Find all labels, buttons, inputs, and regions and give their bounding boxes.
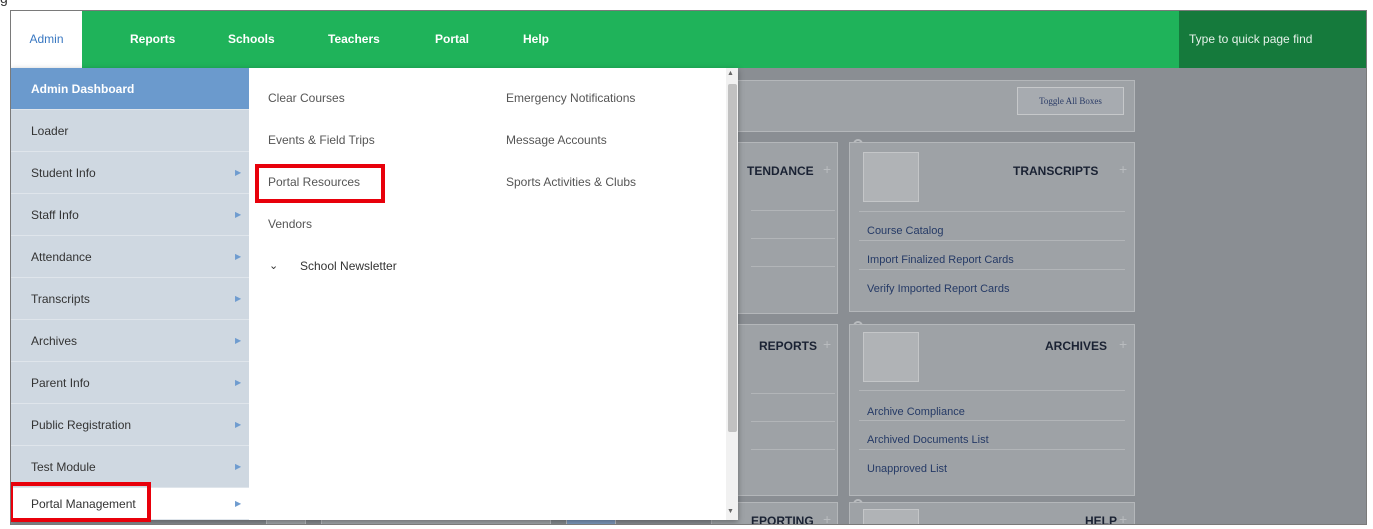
import-report-cards-link[interactable]: Import Finalized Report Cards	[867, 254, 1014, 266]
menu-item-label: Archives	[31, 334, 78, 348]
menu-item-label: Parent Info	[31, 376, 90, 390]
lifebuoy-icon	[863, 509, 919, 524]
admin-dropdown-menu: Admin Dashboard Loader Student Info ▶ Sta…	[11, 68, 738, 522]
menu-scrollbar-thumb[interactable]	[728, 84, 737, 432]
attendance-pane-title: TENDANCE	[747, 164, 814, 178]
divider	[859, 420, 1125, 421]
admin-menu-left-column: Admin Dashboard Loader Student Info ▶ Sta…	[11, 68, 249, 520]
chevron-down-icon[interactable]: ⌄	[269, 259, 278, 272]
tab-portal[interactable]: Portal	[435, 11, 469, 68]
quick-find-input[interactable]: Type to quick page find	[1179, 11, 1366, 68]
divider	[751, 210, 835, 211]
tab-help[interactable]: Help	[523, 11, 549, 68]
triangle-right-icon: ▶	[235, 462, 242, 471]
menu-item-attendance[interactable]: Attendance ▶	[11, 236, 249, 278]
top-nav: Admin Reports Schools Teachers Portal He…	[11, 11, 1366, 68]
tab-admin[interactable]: Admin	[11, 11, 82, 68]
submenu-clear-courses[interactable]: Clear Courses	[268, 91, 345, 105]
menu-item-label: Loader	[31, 124, 69, 138]
menu-item-loader[interactable]: Loader	[11, 110, 249, 152]
triangle-right-icon: ▶	[235, 420, 242, 429]
menu-item-label: Student Info	[31, 166, 96, 180]
divider	[859, 449, 1125, 450]
submenu-sports-activities-clubs[interactable]: Sports Activities & Clubs	[506, 175, 636, 189]
verify-report-cards-link[interactable]: Verify Imported Report Cards	[867, 283, 1009, 295]
menu-item-label: Public Registration	[31, 418, 132, 432]
triangle-right-icon: ▶	[235, 252, 242, 261]
tab-teachers[interactable]: Teachers	[328, 11, 380, 68]
divider	[751, 449, 835, 450]
plus-icon[interactable]: +	[823, 161, 831, 177]
highlight-portal-resources	[255, 164, 385, 203]
tab-schools[interactable]: Schools	[228, 11, 275, 68]
triangle-right-icon: ▶	[235, 499, 242, 508]
menu-item-transcripts[interactable]: Transcripts ▶	[11, 278, 249, 320]
scroll-down-icon[interactable]: ▼	[727, 508, 734, 515]
menu-item-archives[interactable]: Archives ▶	[11, 320, 249, 362]
menu-item-label: Test Module	[31, 460, 96, 474]
menu-item-label: Staff Info	[31, 208, 79, 222]
submenu-message-accounts[interactable]: Message Accounts	[506, 133, 607, 147]
menu-item-admin-dashboard[interactable]: Admin Dashboard	[11, 68, 249, 110]
scroll-up-icon[interactable]: ▲	[727, 70, 734, 77]
triangle-right-icon: ▶	[235, 210, 242, 219]
submenu-vendors[interactable]: Vendors	[268, 217, 312, 231]
divider	[859, 240, 1125, 241]
divider	[751, 393, 835, 394]
plus-icon[interactable]: +	[1119, 336, 1127, 352]
divider	[859, 211, 1125, 212]
plus-icon[interactable]: +	[823, 511, 831, 524]
top-strip: g	[0, 0, 1373, 10]
divider	[859, 269, 1125, 270]
transcripts-pane-title: TRANSCRIPTS	[1013, 164, 1099, 178]
submenu-school-newsletter[interactable]: School Newsletter	[300, 259, 397, 273]
plus-icon[interactable]: +	[1119, 161, 1127, 177]
divider	[751, 421, 835, 422]
submenu-events-field-trips[interactable]: Events & Field Trips	[268, 133, 375, 147]
menu-item-label: Transcripts	[31, 292, 90, 306]
triangle-right-icon: ▶	[235, 168, 242, 177]
diploma-icon	[863, 152, 919, 202]
menu-item-student-info[interactable]: Student Info ▶	[11, 152, 249, 194]
divider	[859, 390, 1125, 391]
highlight-portal-management	[11, 482, 151, 522]
plus-icon[interactable]: +	[1119, 511, 1127, 524]
triangle-right-icon: ▶	[235, 336, 242, 345]
reporting-pane-title: EPORTING	[751, 514, 814, 525]
triangle-right-icon: ▶	[235, 294, 242, 303]
submenu-emergency-notifications[interactable]: Emergency Notifications	[506, 91, 635, 105]
unapproved-list-link[interactable]: Unapproved List	[867, 463, 947, 475]
menu-item-label: Attendance	[31, 250, 92, 264]
plus-icon[interactable]: +	[823, 336, 831, 352]
archives-pane-title: ARCHIVES	[1045, 339, 1108, 353]
archive-box-icon	[863, 332, 919, 382]
triangle-right-icon: ▶	[235, 378, 242, 387]
tab-reports[interactable]: Reports	[130, 11, 175, 68]
reports-pane-title: REPORTS	[759, 339, 818, 353]
course-catalog-link[interactable]: Course Catalog	[867, 225, 943, 237]
app-frame: Admin Reports Schools Teachers Portal He…	[10, 10, 1367, 525]
menu-item-public-registration[interactable]: Public Registration ▶	[11, 404, 249, 446]
archive-compliance-link[interactable]: Archive Compliance	[867, 406, 965, 418]
toggle-all-boxes-button[interactable]: Toggle All Boxes	[1017, 87, 1124, 115]
menu-item-staff-info[interactable]: Staff Info ▶	[11, 194, 249, 236]
divider	[751, 238, 835, 239]
menu-item-parent-info[interactable]: Parent Info ▶	[11, 362, 249, 404]
menu-item-label: Admin Dashboard	[31, 82, 135, 96]
divider	[751, 266, 835, 267]
help-pane-title: HELP	[1085, 514, 1118, 525]
archived-documents-link[interactable]: Archived Documents List	[867, 434, 989, 446]
